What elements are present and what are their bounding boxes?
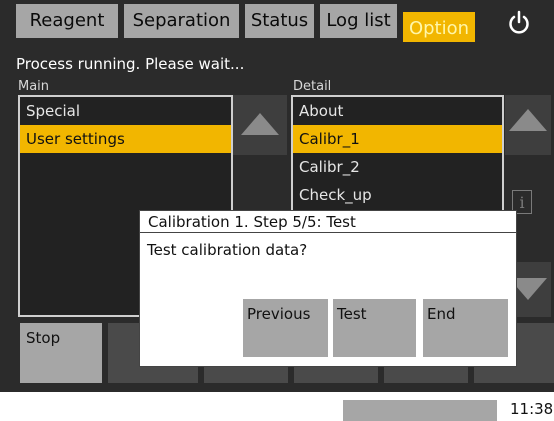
power-icon	[509, 10, 529, 34]
detail-item-about[interactable]: About	[293, 97, 502, 125]
tab-separation[interactable]: Separation	[124, 4, 239, 38]
main-screen: Reagent Separation Status Log list Optio…	[0, 0, 554, 392]
dialog-message: Test calibration data?	[147, 241, 308, 259]
calibration-dialog: Calibration 1. Step 5/5: Test Test calib…	[139, 210, 517, 367]
stop-button[interactable]: Stop	[20, 323, 102, 383]
end-button[interactable]: End	[423, 299, 508, 357]
previous-button[interactable]: Previous	[243, 299, 328, 357]
detail-scroll-up-button[interactable]	[505, 95, 551, 155]
test-button[interactable]: Test	[333, 299, 416, 357]
tab-status[interactable]: Status	[245, 4, 314, 38]
tab-reagent[interactable]: Reagent	[16, 4, 118, 38]
tab-log-list[interactable]: Log list	[320, 4, 397, 38]
main-item-special[interactable]: Special	[20, 97, 231, 125]
detail-item-check-up[interactable]: Check_up	[293, 181, 502, 209]
status-message: Process running. Please wait...	[16, 55, 245, 73]
detail-item-calibr-1[interactable]: Calibr_1	[293, 125, 502, 153]
clock: 11:38	[510, 400, 554, 418]
detail-item-calibr-2[interactable]: Calibr_2	[293, 153, 502, 181]
detail-panel-label: Detail	[293, 79, 332, 94]
tab-option[interactable]: Option	[403, 12, 475, 42]
arrow-up-icon	[241, 113, 279, 135]
progress-bar	[343, 400, 497, 421]
main-scroll-up-button[interactable]	[233, 95, 287, 155]
power-button[interactable]	[505, 9, 533, 37]
dialog-title: Calibration 1. Step 5/5: Test	[140, 211, 516, 233]
main-panel-label: Main	[18, 79, 50, 94]
arrow-up-icon	[509, 109, 547, 131]
main-item-user-settings[interactable]: User settings	[20, 125, 231, 153]
